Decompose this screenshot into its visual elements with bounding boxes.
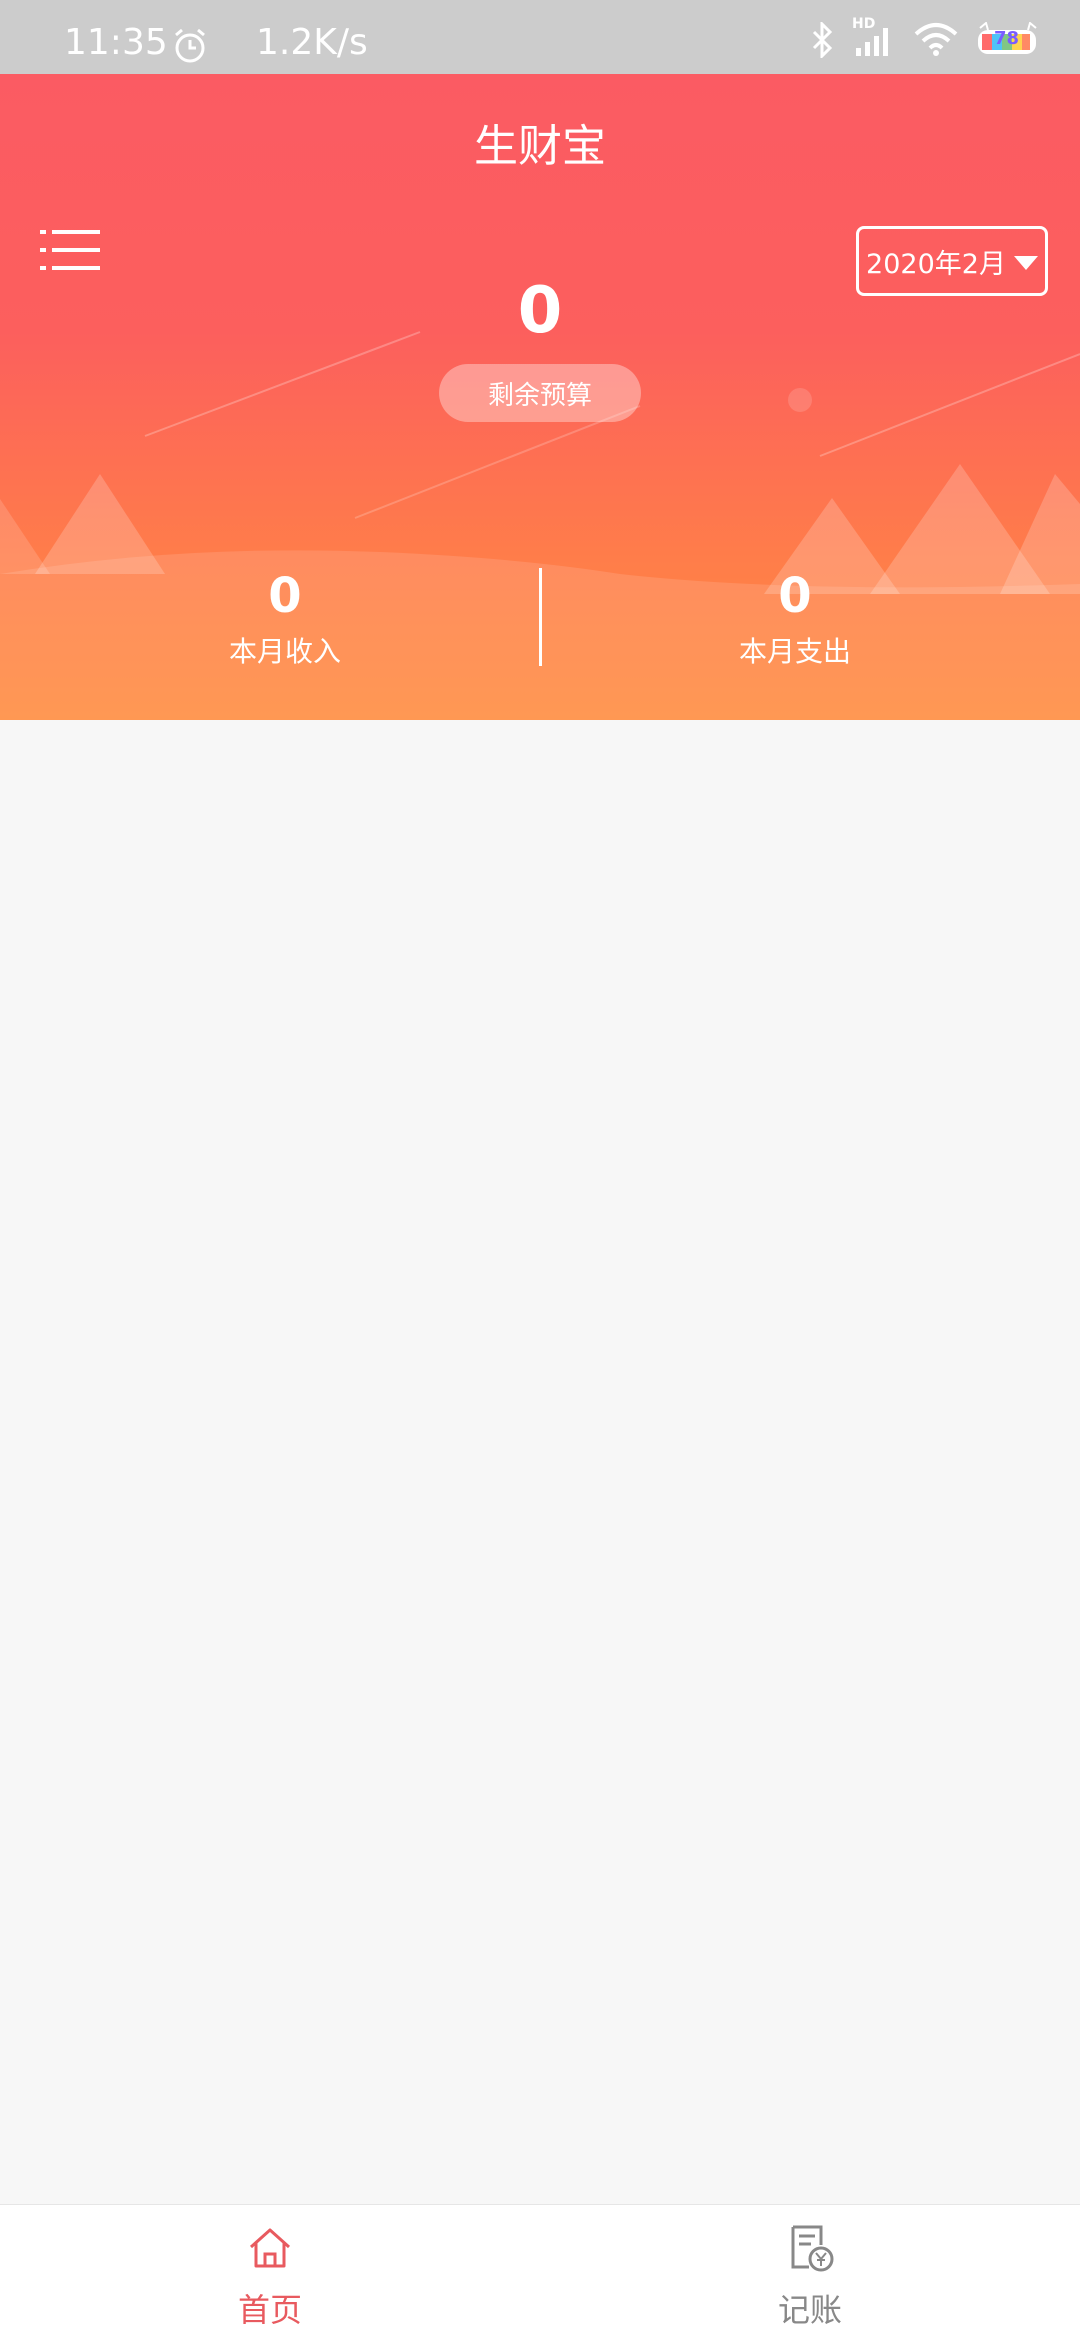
status-icons: HD 78 [810,16,1040,60]
menu-icon[interactable] [40,226,100,276]
tab-home-label: 首页 [237,2291,302,2329]
bluetooth-icon [812,22,833,58]
tab-bookkeeping-label: 记账 [777,2291,842,2329]
alarm-icon [175,28,205,63]
wifi-icon [914,23,958,56]
signal-icon: HD [852,16,896,60]
monthly-expense: 0 本月支出 [645,568,945,670]
expense-label: 本月支出 [738,635,851,668]
content-area [0,720,1080,2204]
income-value: 0 [268,568,302,624]
expense-value: 0 [778,568,812,624]
network-speed: 1.2K/s [256,22,368,63]
monthly-income: 0 本月收入 [135,568,435,670]
caret-down-icon [1013,256,1038,270]
status-time: 11:35 [64,22,168,63]
income-label: 本月收入 [228,635,341,668]
hd-label: HD [852,16,876,32]
summary-header: 生财宝 2020年2月 0 剩余预算 0 本月收入 0 本月支出 [0,74,1080,720]
ledger-icon [791,2225,834,2272]
remaining-budget-label: 剩余预算 [439,364,641,422]
status-bar: 11:35 1.2K/s HD 78 [0,0,1080,74]
stats-divider [539,568,542,666]
battery-icon: 78 [976,21,1040,58]
tab-bookkeeping[interactable]: 记账 [710,2223,910,2331]
tab-home[interactable]: 首页 [170,2223,370,2331]
remaining-budget-value: 0 [517,274,563,348]
battery-level: 78 [994,28,1020,49]
page-title: 生财宝 [474,121,606,172]
bottom-tab-bar: 首页 记账 [0,2204,1080,2340]
home-icon [249,2228,291,2268]
